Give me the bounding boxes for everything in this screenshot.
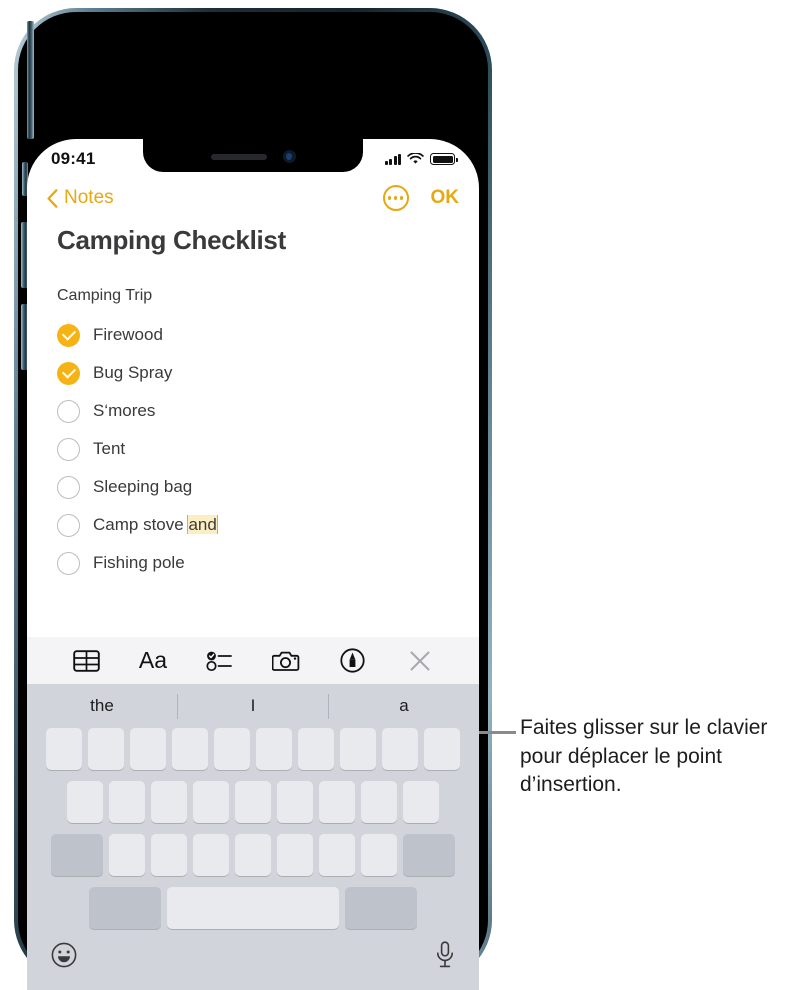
list-item-label: Fishing pole <box>93 553 185 572</box>
key-blank[interactable] <box>46 728 82 770</box>
status-time: 09:41 <box>51 149 96 168</box>
selected-text[interactable]: and <box>188 515 217 534</box>
list-item-label: S‘mores <box>93 401 156 420</box>
key-blank[interactable] <box>214 728 250 770</box>
list-item-label: Camp stove and <box>93 515 217 535</box>
checkbox-empty-icon[interactable] <box>57 399 80 423</box>
status-icons <box>384 153 458 165</box>
key-blank[interactable] <box>277 834 313 876</box>
predictive-text-bar: the I a <box>27 684 479 728</box>
microphone-icon[interactable] <box>435 941 455 968</box>
key-blank[interactable] <box>298 728 334 770</box>
key-blank[interactable] <box>235 781 271 823</box>
key-blank[interactable] <box>193 781 229 823</box>
list-item[interactable]: Firewood <box>57 316 459 354</box>
key-blank[interactable] <box>130 728 166 770</box>
list-item-label: Sleeping bag <box>93 477 193 496</box>
close-icon[interactable] <box>400 644 440 678</box>
iphone-frame: 09:41 Notes OK Camping Checklist Camping… <box>14 8 492 990</box>
key-blank[interactable] <box>256 728 292 770</box>
key-blank[interactable] <box>109 834 145 876</box>
key-blank[interactable] <box>88 728 124 770</box>
keyboard-row-3 <box>27 834 479 876</box>
list-item[interactable]: Sleeping bag <box>57 468 459 506</box>
phone-bezel: 09:41 Notes OK Camping Checklist Camping… <box>18 12 488 990</box>
screenshot-root: 09:41 Notes OK Camping Checklist Camping… <box>0 0 806 990</box>
nav-right-actions: OK <box>382 185 460 211</box>
key-blank[interactable] <box>340 728 376 770</box>
ellipsis-circle-icon[interactable] <box>382 185 409 211</box>
key-blank[interactable] <box>172 728 208 770</box>
key-blank[interactable] <box>382 728 418 770</box>
back-button[interactable]: Notes <box>47 187 114 209</box>
key-blank[interactable] <box>319 781 355 823</box>
prediction-2[interactable]: a <box>329 696 479 716</box>
key-blank[interactable] <box>319 834 355 876</box>
checkbox-empty-icon[interactable] <box>57 475 80 499</box>
checkbox-checked-icon[interactable] <box>57 361 80 385</box>
navigation-bar: Notes OK <box>27 175 479 221</box>
list-item-label: Bug Spray <box>93 363 173 382</box>
back-button-label: Notes <box>64 187 114 208</box>
speaker-grille-icon <box>210 153 267 160</box>
key-blank[interactable] <box>424 728 460 770</box>
key-blank[interactable] <box>193 834 229 876</box>
format-aa-icon[interactable]: Aa <box>133 644 173 678</box>
phone-screen: 09:41 Notes OK Camping Checklist Camping… <box>27 139 479 990</box>
key-blank[interactable] <box>361 781 397 823</box>
checkbox-empty-icon[interactable] <box>57 437 80 461</box>
space-key[interactable] <box>167 887 339 929</box>
markup-pen-icon[interactable] <box>333 644 373 678</box>
notch <box>143 139 363 172</box>
list-item[interactable]: S‘mores <box>57 392 459 430</box>
done-button[interactable]: OK <box>431 187 460 209</box>
key-blank[interactable] <box>361 834 397 876</box>
power-button[interactable] <box>27 21 34 139</box>
key-blank[interactable] <box>151 834 187 876</box>
key-blank[interactable] <box>151 781 187 823</box>
chevron-left-icon <box>47 188 58 208</box>
prediction-0[interactable]: the <box>27 696 177 716</box>
checkbox-empty-icon[interactable] <box>57 513 80 537</box>
list-item-label: Firewood <box>93 325 163 344</box>
key-blank[interactable] <box>403 781 439 823</box>
checklist-icon[interactable] <box>200 644 240 678</box>
prediction-1[interactable]: I <box>178 696 328 716</box>
cellular-signal-icon <box>384 153 401 165</box>
list-item-text: Camp stove <box>93 515 189 534</box>
checkbox-empty-icon[interactable] <box>57 551 80 575</box>
list-item-with-selection[interactable]: Camp stove and <box>57 506 459 544</box>
list-item[interactable]: Fishing pole <box>57 544 459 582</box>
key-blank[interactable] <box>109 781 145 823</box>
front-camera-icon <box>282 150 296 163</box>
note-body: Camping Trip Firewood Bug Spray S‘mores <box>57 287 459 582</box>
list-item[interactable]: Bug Spray <box>57 354 459 392</box>
list-item[interactable]: Tent <box>57 430 459 468</box>
key-blank[interactable] <box>67 781 103 823</box>
table-icon[interactable] <box>66 644 106 678</box>
battery-icon <box>430 153 458 165</box>
key-blank[interactable] <box>277 781 313 823</box>
emoji-smiley-icon[interactable] <box>51 942 77 968</box>
checkbox-checked-icon[interactable] <box>57 323 80 347</box>
format-toolbar: Aa <box>27 637 479 684</box>
numbers-key[interactable] <box>89 887 161 929</box>
camera-icon[interactable] <box>266 644 306 678</box>
list-item-label: Tent <box>93 439 126 458</box>
keyboard-row-2 <box>27 781 479 823</box>
delete-key[interactable] <box>403 834 455 876</box>
keyboard-row-1 <box>27 728 479 770</box>
callout-text: Faites glisser sur le clavier pour dépla… <box>520 716 768 797</box>
keyboard-row-4 <box>27 887 479 929</box>
shift-key[interactable] <box>51 834 103 876</box>
checklist-group-label: Camping Trip <box>57 287 153 304</box>
wifi-icon <box>407 153 424 164</box>
onscreen-keyboard[interactable]: the I a <box>27 684 479 990</box>
keyboard-bottom-bar <box>27 935 479 968</box>
return-key[interactable] <box>345 887 417 929</box>
page-title: Camping Checklist <box>57 225 286 255</box>
key-blank[interactable] <box>235 834 271 876</box>
